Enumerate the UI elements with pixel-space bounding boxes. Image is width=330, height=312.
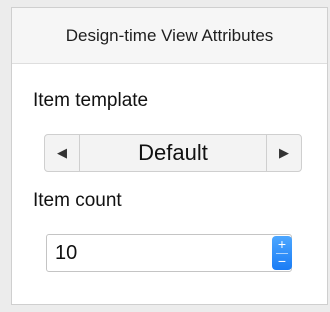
minus-icon: − bbox=[277, 252, 287, 269]
increment-button[interactable]: + bbox=[272, 237, 292, 253]
plus-icon: + bbox=[277, 236, 287, 253]
decrement-button[interactable]: − bbox=[272, 253, 292, 269]
previous-template-button[interactable]: ◀ bbox=[45, 135, 80, 171]
item-count-stepper[interactable]: + − bbox=[272, 236, 292, 270]
item-count-input[interactable]: 10 bbox=[46, 234, 292, 272]
item-count-label: Item count bbox=[33, 190, 122, 211]
item-template-label: Item template bbox=[33, 90, 149, 111]
item-template-value: Default bbox=[138, 140, 208, 165]
item-template-selector[interactable]: ◀ Default ▶ bbox=[44, 134, 302, 172]
triangle-left-icon: ◀ bbox=[57, 145, 67, 160]
triangle-right-icon: ▶ bbox=[279, 145, 289, 160]
next-template-button[interactable]: ▶ bbox=[266, 135, 301, 171]
panel-title: Design-time View Attributes bbox=[12, 8, 327, 64]
